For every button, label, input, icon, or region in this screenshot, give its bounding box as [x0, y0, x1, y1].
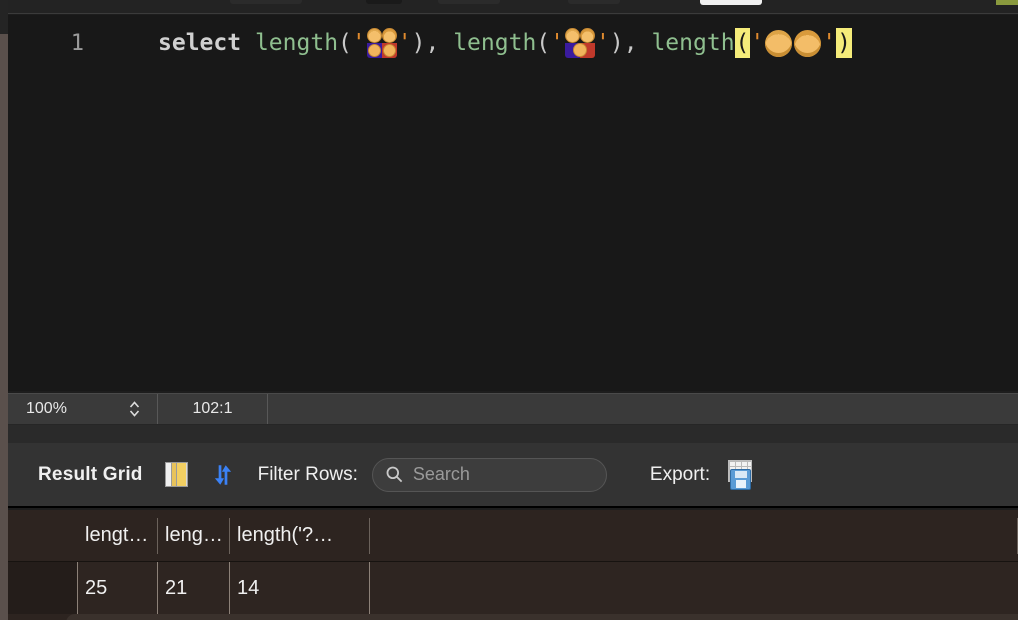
quote-close-2: '	[596, 30, 610, 56]
zoom-stepper-icon[interactable]	[128, 399, 141, 419]
emoji-face-girl-1	[367, 44, 381, 57]
result-grid-title: Result Grid	[38, 463, 143, 485]
row-selector[interactable]	[8, 562, 78, 614]
emoji-face-woman	[580, 28, 596, 43]
space-3	[638, 30, 652, 56]
grid-columns-icon[interactable]	[164, 462, 188, 487]
grid-header-col-4[interactable]	[370, 517, 1018, 554]
line-number: 1	[70, 30, 84, 56]
space-1	[241, 30, 255, 56]
emoji-face-woman	[381, 28, 397, 43]
table-row[interactable]: 25 21 14	[8, 562, 1018, 614]
cursor-position: 102:1	[158, 394, 268, 424]
paren-open-1: (	[338, 30, 352, 56]
emoji-woman	[794, 29, 822, 57]
emoji-family-1	[366, 28, 397, 58]
toolbar-button-4[interactable]	[568, 0, 620, 4]
sql-function-2: length	[453, 30, 537, 56]
grid-header-col-2[interactable]: leng…	[158, 517, 230, 554]
result-grid[interactable]: lengt… leng… length('?… 25 21 14	[8, 510, 1018, 620]
zoom-control[interactable]: 100%	[8, 394, 158, 424]
comma-1: ,	[425, 30, 440, 56]
search-input[interactable]: Search	[371, 457, 607, 492]
grid-header-col-1[interactable]: lengt…	[78, 517, 158, 554]
top-toolbar	[8, 0, 1018, 14]
status-indicator	[996, 0, 1018, 5]
export-label: Export:	[649, 463, 711, 485]
quote-close-3: '	[822, 30, 837, 56]
sql-editor[interactable]: 1 select length(' '), length(' '), length(…	[8, 15, 1018, 391]
grid-header-rownum	[8, 518, 78, 554]
quote-close-1: '	[397, 30, 412, 56]
paren-close-3-highlight: )	[836, 28, 852, 58]
grid-cell-3[interactable]: 14	[230, 562, 370, 614]
paren-close-1: )	[411, 30, 426, 56]
emoji-face-girl	[573, 43, 588, 57]
panel-divider	[8, 425, 1018, 443]
toolbar-button-1[interactable]	[230, 0, 302, 4]
emoji-face-man	[366, 28, 382, 43]
refresh-icon[interactable]	[210, 462, 236, 488]
toolbar-button-5[interactable]	[700, 0, 762, 5]
window-left-edge	[0, 0, 8, 620]
grid-header-col-3[interactable]: length('?…	[230, 517, 370, 554]
filter-rows-label: Filter Rows:	[257, 463, 358, 485]
paren-close-2: )	[609, 30, 624, 56]
grid-header-row: lengt… leng… length('?…	[8, 510, 1018, 562]
quote-open-1: '	[351, 30, 366, 56]
emoji-man	[765, 29, 793, 57]
mysql-workbench-window: 1 select length(' '), length(' '), length(…	[0, 0, 1018, 620]
quote-open-2: '	[550, 30, 565, 56]
emoji-face-man	[565, 28, 581, 43]
refresh-glyph	[214, 464, 231, 485]
comma-2: ,	[623, 30, 638, 56]
emoji-family-2	[565, 28, 596, 58]
emoji-face-girl-2	[382, 44, 396, 57]
search-placeholder: Search	[412, 464, 470, 484]
status-bar-filler	[268, 394, 1018, 424]
result-grid-toolbar: Result Grid Filter Rows: Search Export:	[8, 443, 1018, 508]
next-row-placeholder[interactable]	[66, 614, 1018, 620]
code-line-1: 1 select length(' '), length(' '), length(…	[8, 20, 1018, 66]
grid-columns-glyph	[164, 462, 188, 487]
quote-open-3: '	[750, 30, 765, 56]
grid-cell-2[interactable]: 21	[158, 562, 230, 614]
sql-keyword-select: select	[158, 30, 242, 56]
export-floppy-glyph	[730, 468, 752, 490]
search-icon	[386, 466, 403, 483]
grid-cell-4[interactable]	[370, 562, 1018, 614]
paren-open-2: (	[536, 30, 551, 56]
toolbar-button-2[interactable]	[366, 0, 402, 4]
code-text[interactable]: select length(' '), length(' '), length(' '…	[90, 28, 852, 58]
window-left-edge-top	[0, 0, 8, 34]
zoom-level: 100%	[26, 400, 67, 417]
sql-function-1: length	[254, 30, 339, 56]
paren-open-3-highlight: (	[734, 28, 751, 58]
sql-function-3: length	[651, 30, 735, 56]
space-2	[439, 30, 453, 56]
editor-status-bar: 100% 102:1	[8, 393, 1018, 425]
export-icon[interactable]	[722, 459, 754, 490]
grid-cell-1[interactable]: 25	[78, 562, 158, 614]
toolbar-button-3[interactable]	[438, 0, 500, 4]
